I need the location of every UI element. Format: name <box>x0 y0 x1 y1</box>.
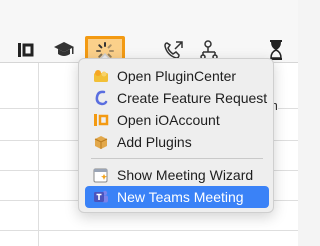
feature-request-icon <box>93 90 109 106</box>
menu-item-add-plugins[interactable]: Add Plugins <box>85 131 269 153</box>
teams-icon <box>93 189 109 205</box>
menu-item-label: Create Feature Request <box>117 90 268 106</box>
menu-item-create-feature-request[interactable]: Create Feature Request <box>85 87 269 109</box>
plugin-center-icon <box>93 68 109 84</box>
ioaccount-icon <box>93 112 109 128</box>
plugins-dropdown-menu: Open PluginCenter Create Feature Request… <box>78 58 274 213</box>
menu-item-new-teams-meeting[interactable]: New Teams Meeting <box>85 186 269 208</box>
menu-item-show-meeting-wizard[interactable]: Show Meeting Wizard <box>85 164 269 186</box>
grid-line <box>0 230 298 231</box>
menu-item-open-ioaccount[interactable]: Open iOAccount <box>85 109 269 131</box>
menu-separator <box>91 158 263 159</box>
menu-item-label: Add Plugins <box>117 134 192 150</box>
toolbar <box>0 0 298 66</box>
menu-item-label: Show Meeting Wizard <box>117 167 254 183</box>
menu-item-label: Open PluginCenter <box>117 68 237 84</box>
menu-item-label: New Teams Meeting <box>117 189 244 205</box>
menu-item-label: Open iOAccount <box>117 112 220 128</box>
graduation-cap-icon[interactable] <box>52 38 76 62</box>
meeting-wizard-icon <box>93 167 109 183</box>
ioaccount-toolbar-icon[interactable] <box>14 38 38 62</box>
grid-line <box>38 63 39 246</box>
menu-item-open-plugincenter[interactable]: Open PluginCenter <box>85 65 269 87</box>
add-plugins-icon <box>93 134 109 150</box>
